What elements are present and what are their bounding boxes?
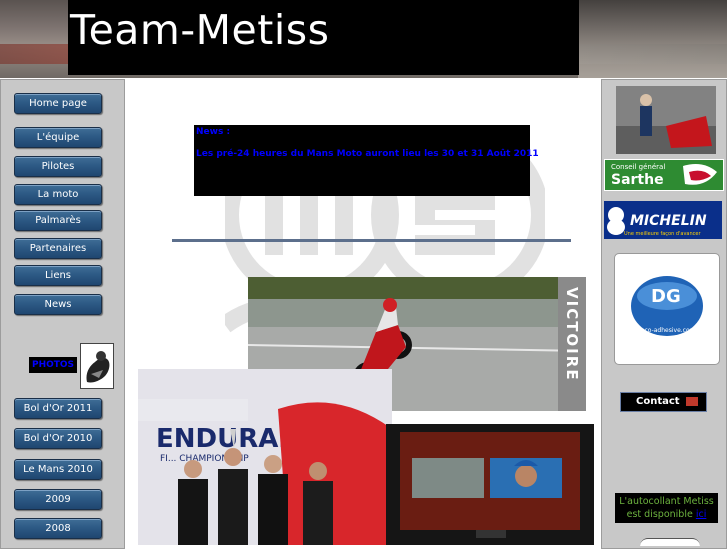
contact-label: Contact <box>636 396 680 407</box>
podium-image: ENDURAN FI... CHAMPIONSHIP <box>138 369 392 545</box>
nav-le-mans-2010[interactable]: Le Mans 2010 <box>14 459 102 480</box>
photos-link[interactable]: PHOTOS <box>29 357 77 373</box>
nav-palmares[interactable]: Palmarès <box>14 210 102 231</box>
podium-photo: ENDURAN FI... CHAMPIONSHIP <box>138 369 392 545</box>
nav-liens[interactable]: Liens <box>14 265 102 286</box>
nav-partenaires[interactable]: Partenaires <box>14 238 102 259</box>
photos-thumbnail[interactable] <box>80 343 114 389</box>
sarthe-name-text: Sarthe <box>611 172 664 188</box>
tv-screen-photo <box>386 424 594 545</box>
sticker-link[interactable]: ici <box>696 509 707 520</box>
michelin-logo[interactable]: MICHELIN Une meilleure façon d'avancer <box>604 201 722 239</box>
content-divider <box>172 239 571 242</box>
team-photo-image <box>616 86 716 154</box>
victoire-label: VICTOIRE <box>563 287 581 382</box>
nav-home-page[interactable]: Home page <box>14 93 102 114</box>
nav-2008[interactable]: 2008 <box>14 518 102 539</box>
michelin-tagline-text: Une meilleure façon d'avancer <box>624 231 701 237</box>
nav-2009[interactable]: 2009 <box>14 489 102 510</box>
nav-news[interactable]: News <box>14 294 102 315</box>
rider-thumbnail-icon <box>81 344 113 388</box>
dg-logo-image: DG deco-adhesive.com <box>631 276 703 336</box>
tv-screen-image <box>386 424 594 545</box>
dg-logo-text: DG <box>651 286 681 307</box>
nav-bol-dor-2010[interactable]: Bol d'Or 2010 <box>14 428 102 449</box>
sarthe-logo-image: Conseil général Sarthe <box>611 163 717 188</box>
contact-link[interactable]: Contact <box>620 392 707 412</box>
news-box <box>194 125 530 196</box>
nav-la-moto[interactable]: La moto <box>14 184 102 205</box>
michelin-name-text: MICHELIN <box>630 213 707 229</box>
nav-pilotes[interactable]: Pilotes <box>14 156 102 177</box>
nav-bol-dor-2011[interactable]: Bol d'Or 2011 <box>14 398 102 419</box>
michelin-logo-image: MICHELIN Une meilleure façon d'avancer <box>607 207 707 237</box>
nav-equipe[interactable]: L'équipe <box>14 127 102 148</box>
news-heading: News : <box>196 127 231 137</box>
dg-deco-adhesive-logo[interactable]: DG deco-adhesive.com <box>614 253 720 365</box>
sticker-promo: L'autocollant Metiss est disponible ici <box>615 493 718 523</box>
sarthe-conseil-text: Conseil général <box>611 163 665 171</box>
team-photo-thumbnail[interactable] <box>616 86 716 154</box>
mail-icon <box>686 396 699 406</box>
sarthe-logo[interactable]: Conseil général Sarthe <box>604 159 724 191</box>
site-title: Team-Metiss <box>70 6 330 54</box>
dg-site-text: deco-adhesive.com <box>637 327 696 334</box>
news-text: Les pré-24 heures du Mans Moto auront li… <box>196 149 539 159</box>
